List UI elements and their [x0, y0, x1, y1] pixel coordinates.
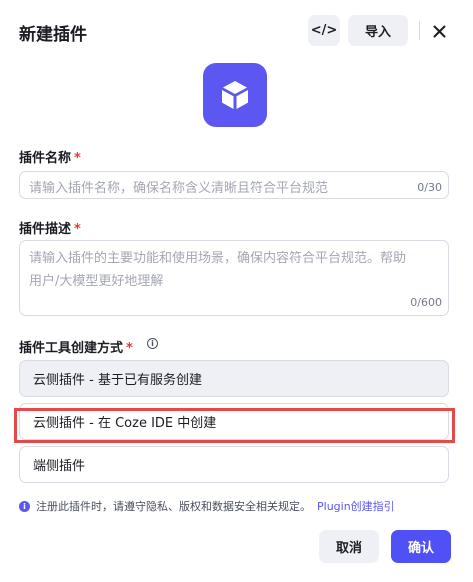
cancel-button[interactable]: 取消	[319, 530, 379, 563]
required-mark: *	[74, 151, 81, 166]
plugin-desc-placeholder-line2: 用户/大模型更好地理解	[29, 274, 164, 289]
notice-text: 注册此插件时，请遵守隐私、版权和数据安全相关规定。	[36, 500, 311, 513]
new-plugin-dialog: 新建插件 </> 导入 插件名称 * 请输入插件名称，确保名称含义清晰且符合平台规…	[0, 0, 473, 582]
close-button[interactable]	[426, 18, 452, 44]
plugin-desc-textarea[interactable]: 请输入插件的主要功能和使用场景，确保内容符合平台规范。帮助 用户/大模型更好地理…	[19, 240, 449, 316]
code-button[interactable]: </>	[308, 15, 340, 46]
help-icon[interactable]: i	[147, 338, 158, 349]
close-icon	[433, 25, 445, 37]
plugin-desc-label: 插件描述 *	[19, 222, 81, 237]
plugin-name-placeholder: 请输入插件名称，确保名称含义清晰且符合平台规范	[29, 181, 329, 196]
plugin-desc-counter: 0/600	[410, 296, 442, 309]
option-device-plugin[interactable]: 端侧插件	[19, 446, 449, 483]
compliance-notice: i 注册此插件时，请遵守隐私、版权和数据安全相关规定。 Plugin创建指引	[19, 498, 395, 514]
info-icon: i	[19, 500, 30, 512]
creation-method-label: 插件工具创建方式 *	[19, 341, 133, 356]
cube-icon	[222, 81, 248, 109]
confirm-button[interactable]: 确认	[391, 530, 451, 563]
required-mark: *	[74, 222, 81, 237]
import-button[interactable]: 导入	[348, 15, 408, 46]
plugin-desc-placeholder-line1: 请输入插件的主要功能和使用场景，确保内容符合平台规范。帮助	[29, 251, 407, 266]
highlight-annotation	[14, 408, 455, 443]
plugin-name-label: 插件名称 *	[19, 151, 81, 166]
dialog-title: 新建插件	[19, 25, 87, 45]
plugin-guide-link[interactable]: Plugin创建指引	[317, 498, 395, 514]
plugin-name-input[interactable]: 请输入插件名称，确保名称含义清晰且符合平台规范 0/30	[19, 171, 449, 199]
code-icon: </>	[310, 23, 338, 38]
plugin-avatar[interactable]	[203, 63, 267, 127]
option-cloud-existing-service[interactable]: 云侧插件 - 基于已有服务创建	[19, 360, 449, 397]
required-mark: *	[126, 341, 133, 356]
header-divider	[419, 21, 420, 40]
plugin-name-counter: 0/30	[417, 181, 442, 194]
